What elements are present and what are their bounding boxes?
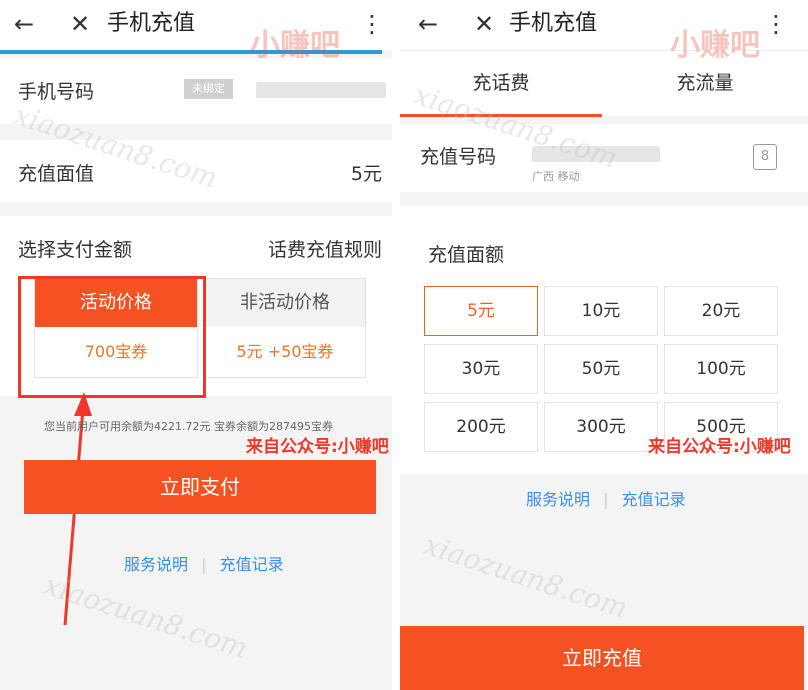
page-title: 手机充值 (509, 11, 598, 36)
amount-option[interactable]: 50元 (544, 344, 658, 394)
service-info-link[interactable]: 服务说明 (526, 490, 590, 509)
masked-phone-number (256, 82, 386, 98)
recharge-rules-link[interactable]: 话费充值规则 (268, 235, 382, 262)
regular-price-option[interactable]: 非活动价格 5元 +50宝券 (204, 278, 366, 378)
service-info-link[interactable]: 服务说明 (124, 555, 188, 574)
tab-phone-credit[interactable]: 充话费 (400, 51, 602, 117)
amount-option[interactable]: 20元 (664, 286, 778, 336)
left-footer-links: 服务说明 | 充值记录 (124, 551, 284, 575)
brand-watermark: 小赚吧 (670, 28, 760, 63)
regular-price-bonus: +50宝券 (267, 342, 334, 361)
masked-phone-number (532, 146, 660, 162)
amount-option[interactable]: 100元 (664, 344, 778, 394)
page-title: 手机充值 (107, 11, 196, 36)
contacts-icon[interactable]: 8 (753, 144, 777, 170)
recharge-records-link[interactable]: 充值记录 (220, 555, 284, 574)
regular-price-value: 5元 +50宝券 (205, 327, 365, 377)
brand-watermark: 小赚吧 (250, 28, 340, 63)
amount-heading: 充值面额 (428, 244, 505, 266)
left-screen: ← ✕ 手机充值 ⋮ 手机号码 未绑定 充值面值 5元 选择支付金额 话费充值规… (0, 0, 392, 690)
highlight-box (18, 276, 206, 398)
amount-option[interactable]: 30元 (424, 344, 538, 394)
source-annotation: 来自公众号:小赚吧 (648, 437, 791, 457)
screenshot-root: ← ✕ 手机充值 ⋮ 手机号码 未绑定 充值面值 5元 选择支付金额 话费充值规… (0, 0, 808, 690)
amount-option[interactable]: 10元 (544, 286, 658, 336)
more-menu-icon[interactable]: ⋮ (360, 9, 384, 39)
right-screen: ← ✕ 手机充值 ⋮ 充话费 充流量 充值号码 广西 移动 8 充值面额 5元 1… (400, 0, 808, 690)
back-arrow-icon[interactable]: ← (14, 9, 34, 39)
close-icon[interactable]: ✕ (474, 9, 494, 39)
tab-phone-credit-label: 充话费 (472, 72, 530, 94)
regular-price-cash: 5元 (236, 342, 263, 361)
recharge-records-link[interactable]: 充值记录 (622, 490, 686, 509)
panel-divider (392, 0, 400, 690)
close-icon[interactable]: ✕ (70, 9, 90, 39)
recharge-amount-label: 充值面值 (18, 163, 95, 185)
recharge-number-row[interactable]: 充值号码 广西 移动 8 (400, 124, 808, 192)
back-arrow-icon[interactable]: ← (418, 9, 438, 39)
recharge-amount-value: 5元 (350, 163, 382, 185)
active-tab-indicator (400, 114, 602, 117)
recharge-now-button[interactable]: 立即充值 (400, 626, 804, 690)
right-footer-links: 服务说明 | 充值记录 (526, 486, 686, 510)
site-watermark: xiaozuan8.com (420, 528, 632, 625)
phone-number-row[interactable]: 手机号码 未绑定 (0, 58, 392, 124)
phone-number-label: 手机号码 (18, 81, 95, 103)
source-annotation: 来自公众号:小赚吧 (246, 437, 389, 457)
footer-separator: | (201, 555, 207, 574)
unbound-tag: 未绑定 (184, 79, 233, 99)
footer-separator: | (603, 490, 609, 509)
pay-now-button[interactable]: 立即支付 (24, 460, 376, 514)
amount-option[interactable]: 200元 (424, 402, 538, 452)
amount-option[interactable]: 300元 (544, 402, 658, 452)
more-menu-icon[interactable]: ⋮ (764, 9, 788, 39)
regular-price-title: 非活动价格 (205, 279, 365, 327)
amount-option[interactable]: 5元 (424, 286, 538, 336)
carrier-label: 广西 移动 (532, 170, 580, 183)
recharge-number-label: 充值号码 (420, 146, 497, 168)
payment-heading: 选择支付金额 (18, 239, 133, 261)
recharge-amount-row: 充值面值 5元 (0, 140, 392, 202)
